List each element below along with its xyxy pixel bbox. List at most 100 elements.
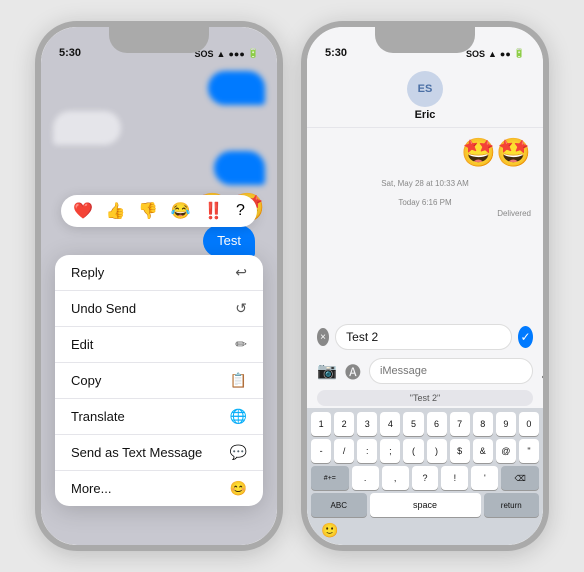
key-colon[interactable]: : <box>357 439 377 463</box>
camera-icon[interactable]: 📷 <box>317 361 337 381</box>
key-5[interactable]: 5 <box>403 412 423 436</box>
keyboard-num-row: 1 2 3 4 5 6 7 8 9 0 <box>311 412 539 436</box>
mic-icon[interactable]: 🎤 <box>541 363 543 380</box>
right-wifi-icon: ▲ <box>488 49 497 59</box>
right-signal-icon: ●● <box>500 49 511 59</box>
left-status-time: 5:30 <box>59 47 81 59</box>
key-return[interactable]: return <box>484 493 540 517</box>
menu-more-label: More... <box>71 481 111 496</box>
key-rparen[interactable]: ) <box>427 439 447 463</box>
menu-send-text[interactable]: Send as Text Message 💬 <box>55 435 263 471</box>
right-status-time: 5:30 <box>325 47 347 59</box>
edit-icon: ✏ <box>235 336 247 353</box>
keyboard-sym-row: - / : ; ( ) $ & @ " <box>311 439 539 463</box>
right-notch <box>375 27 475 53</box>
key-abc[interactable]: ABC <box>311 493 367 517</box>
key-2[interactable]: 2 <box>334 412 354 436</box>
battery-icon: 🔋 <box>248 48 259 59</box>
context-menu: Reply ↩ Undo Send ↺ Edit ✏ Copy 📋 Transl… <box>55 255 263 506</box>
key-minus[interactable]: - <box>311 439 331 463</box>
more-icon: 😊 <box>230 480 247 497</box>
blurred-bubble-1 <box>208 71 265 105</box>
key-space[interactable]: space <box>370 493 481 517</box>
key-exclaim[interactable]: ! <box>441 466 468 490</box>
undo-icon: ↺ <box>235 300 247 317</box>
key-9[interactable]: 9 <box>496 412 516 436</box>
edit-cancel-button[interactable]: × <box>317 328 329 346</box>
menu-undo-send[interactable]: Undo Send ↺ <box>55 291 263 327</box>
key-3[interactable]: 3 <box>357 412 377 436</box>
react-thumbsup[interactable]: 👍 <box>106 201 126 221</box>
key-1[interactable]: 1 <box>311 412 331 436</box>
left-screen: 5:30 SOS ▲ ●●● 🔋 🤩🤩 <box>41 27 277 545</box>
quoted-label: "Test 2" <box>317 390 533 406</box>
right-status-icons: SOS ▲ ●● 🔋 <box>466 48 525 59</box>
key-apostrophe[interactable]: ' <box>471 466 498 490</box>
highlighted-bubble: Test <box>203 225 255 257</box>
key-lparen[interactable]: ( <box>403 439 423 463</box>
right-battery-icon: 🔋 <box>514 48 525 59</box>
key-at[interactable]: @ <box>496 439 516 463</box>
bottom-bar: 🙂 <box>311 520 539 543</box>
keyboard-bottom-row: ABC space return <box>311 493 539 517</box>
copy-icon: 📋 <box>230 372 247 389</box>
translate-icon: 🌐 <box>230 408 247 425</box>
menu-copy[interactable]: Copy 📋 <box>55 363 263 399</box>
left-notch <box>109 27 209 53</box>
right-phone: 5:30 SOS ▲ ●● 🔋 ES Eric 🤩🤩 Sat, May 28 a… <box>301 21 549 551</box>
right-emoji-bubble: 🤩🤩 <box>461 136 531 169</box>
left-status-icons: SOS ▲ ●●● 🔋 <box>195 48 259 59</box>
sms-icon: 💬 <box>230 444 247 461</box>
menu-more[interactable]: More... 😊 <box>55 471 263 506</box>
key-7[interactable]: 7 <box>450 412 470 436</box>
signal-icon: ●●● <box>228 49 244 59</box>
key-0[interactable]: 0 <box>519 412 539 436</box>
right-screen: 5:30 SOS ▲ ●● 🔋 ES Eric 🤩🤩 Sat, May 28 a… <box>307 27 543 545</box>
menu-translate-label: Translate <box>71 409 125 424</box>
react-exclaim[interactable]: ‼️ <box>203 201 223 221</box>
blurred-bubble-2 <box>53 111 121 145</box>
reply-icon: ↩ <box>235 264 247 281</box>
key-6[interactable]: 6 <box>427 412 447 436</box>
key-8[interactable]: 8 <box>473 412 493 436</box>
emoji-keyboard-button[interactable]: 🙂 <box>321 522 338 539</box>
wifi-icon: ▲ <box>217 49 226 59</box>
app-icon[interactable]: 🅐 <box>345 359 361 383</box>
menu-send-text-label: Send as Text Message <box>71 445 202 460</box>
keyboard: 1 2 3 4 5 6 7 8 9 0 - / : ; ( ) $ & <box>307 408 543 545</box>
key-amp[interactable]: & <box>473 439 493 463</box>
left-phone: 5:30 SOS ▲ ●●● 🔋 🤩🤩 <box>35 21 283 551</box>
keyboard-third-row: #+= . , ? ! ' ⌫ <box>311 466 539 490</box>
edit-bar: × ✓ <box>307 320 543 354</box>
media-bar: 📷 🅐 🎤 <box>307 354 543 388</box>
key-semi[interactable]: ; <box>380 439 400 463</box>
key-period[interactable]: . <box>352 466 379 490</box>
key-quote[interactable]: " <box>519 439 539 463</box>
key-question[interactable]: ? <box>412 466 439 490</box>
menu-undo-label: Undo Send <box>71 301 136 316</box>
reaction-bar[interactable]: ❤️ 👍 👎 😂 ‼️ ? <box>61 195 257 227</box>
edit-confirm-button[interactable]: ✓ <box>518 326 533 348</box>
key-dollar[interactable]: $ <box>450 439 470 463</box>
react-haha[interactable]: 😂 <box>171 201 191 221</box>
right-sos-label: SOS <box>466 49 485 59</box>
menu-reply-label: Reply <box>71 265 104 280</box>
react-thumbsdown[interactable]: 👎 <box>138 201 158 221</box>
menu-reply[interactable]: Reply ↩ <box>55 255 263 291</box>
key-4[interactable]: 4 <box>380 412 400 436</box>
contact-name: Eric <box>415 109 436 121</box>
react-heart[interactable]: ❤️ <box>73 201 93 221</box>
date-label: Sat, May 28 at 10:33 AM <box>319 179 531 188</box>
today-label: Today 6:16 PM <box>319 198 531 207</box>
key-hashplus[interactable]: #+= <box>311 466 349 490</box>
react-question[interactable]: ? <box>236 202 245 220</box>
key-comma[interactable]: , <box>382 466 409 490</box>
blurred-bubble-3 <box>214 151 265 185</box>
key-slash[interactable]: / <box>334 439 354 463</box>
key-backspace[interactable]: ⌫ <box>501 466 539 490</box>
menu-translate[interactable]: Translate 🌐 <box>55 399 263 435</box>
edit-input[interactable] <box>335 324 512 350</box>
message-input[interactable] <box>369 358 533 384</box>
menu-edit[interactable]: Edit ✏ <box>55 327 263 363</box>
avatar: ES <box>407 71 443 107</box>
